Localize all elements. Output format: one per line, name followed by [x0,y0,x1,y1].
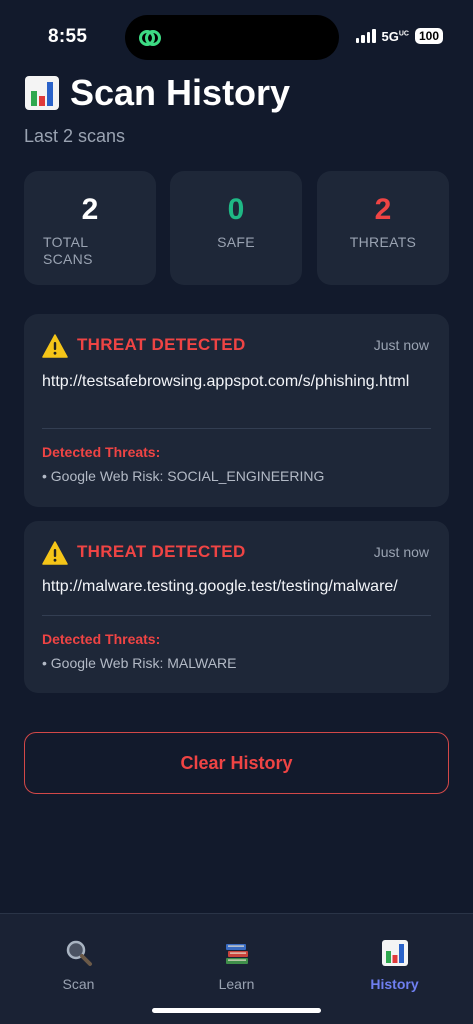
books-icon [225,944,248,964]
scan-card[interactable]: THREAT DETECTED Just now http://malware.… [24,521,449,693]
dynamic-island [125,15,339,60]
stat-label: THREATS [349,234,417,250]
scan-status: THREAT DETECTED [77,542,246,561]
status-bar: 8:55 5GUC 100 [0,0,473,70]
scan-card-header: THREAT DETECTED Just now [42,541,431,565]
stat-threats: 2 THREATS [317,171,449,285]
network-indicator: 5GUC [381,28,409,44]
home-indicator[interactable] [152,1008,321,1013]
scan-time: Just now [373,544,429,560]
threats-heading: Detected Threats: [42,444,161,460]
link-app-icon [139,30,161,46]
stat-value: 2 [81,193,99,226]
threat-item: • Google Web Risk: SOCIAL_ENGINEERING [42,468,325,484]
tab-learn[interactable]: Learn [158,914,315,1004]
tab-label: History [370,976,419,992]
screen: 8:55 5GUC 100 Scan History Last 2 scans [0,0,473,1024]
tab-history[interactable]: History [316,914,473,1004]
page-title-text: Scan History [70,72,291,113]
scan-card-header: THREAT DETECTED Just now [42,334,431,358]
threats-heading: Detected Threats: [42,631,161,647]
bar-chart-icon [381,940,408,966]
scan-status: THREAT DETECTED [77,335,246,354]
clear-history-button[interactable]: Clear History [24,732,449,794]
magnifier-icon [66,940,92,966]
stat-value: 0 [227,193,245,226]
warning-icon [42,541,68,565]
scan-time: Just now [373,337,429,353]
page-subtitle: Last 2 scans [24,126,126,146]
scan-card[interactable]: THREAT DETECTED Just now http://testsafe… [24,314,449,507]
bar-chart-icon [25,76,59,110]
stat-total-scans: 2 TOTAL SCANS [24,171,156,285]
clear-history-label: Clear History [180,752,293,773]
battery-indicator: 100 [414,28,443,44]
page-title: Scan History [24,72,290,114]
tab-label: Learn [218,976,255,992]
status-indicators: 5GUC 100 [355,28,443,44]
stat-label: TOTAL SCANS [43,234,93,267]
stat-safe: 0 SAFE [170,171,302,285]
divider [42,615,431,616]
status-time: 8:55 [48,26,88,47]
tab-scan[interactable]: Scan [0,914,157,1004]
warning-icon [42,334,68,358]
scan-url: http://testsafebrowsing.appspot.com/s/ph… [42,373,410,390]
threat-item: • Google Web Risk: MALWARE [42,655,237,671]
signal-icon [355,29,376,43]
stat-label: SAFE [217,234,255,250]
scan-url: http://malware.testing.google.test/testi… [42,578,398,595]
divider [42,428,431,429]
stat-value: 2 [374,193,392,226]
tab-label: Scan [62,976,95,992]
